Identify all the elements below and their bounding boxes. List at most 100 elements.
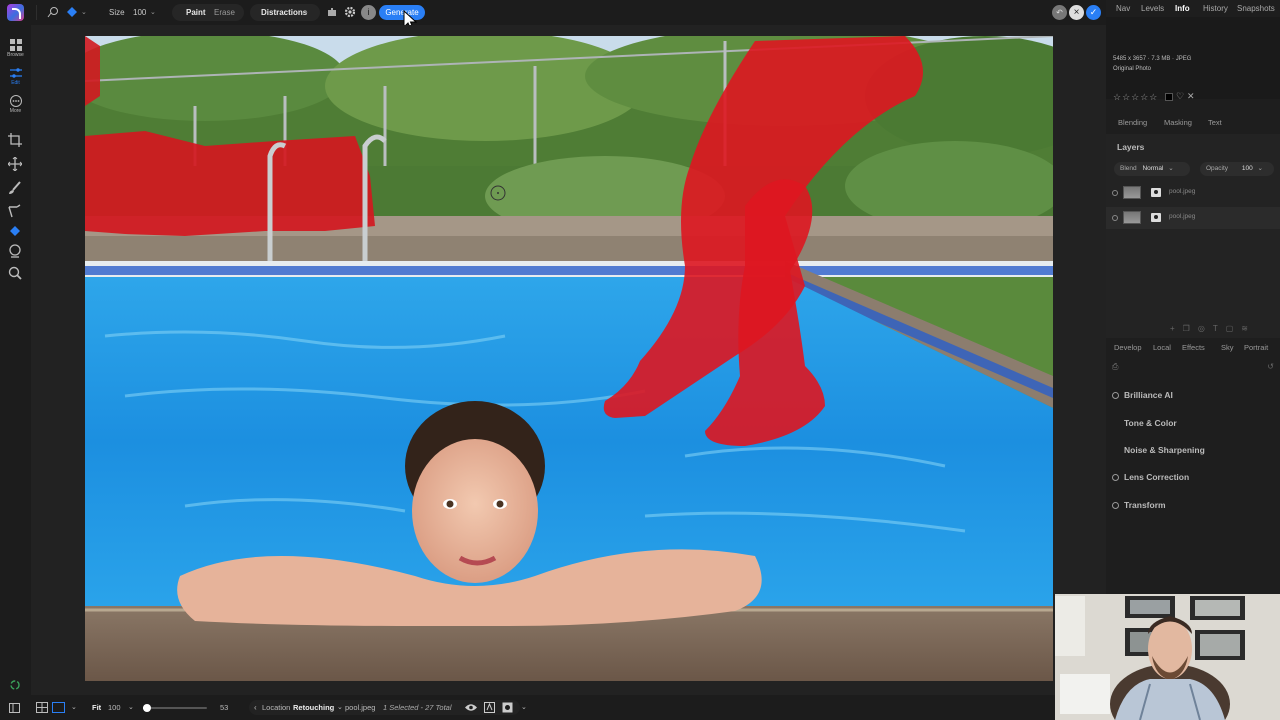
eraser-brush-icon[interactable] — [66, 6, 78, 18]
sliders-icon — [9, 68, 22, 78]
info-panel: 5485 x 3657 · 7.3 MB · JPEG Original Pho… — [1106, 17, 1280, 102]
clone-icon[interactable] — [8, 204, 22, 218]
heart-icon[interactable]: ♡ — [1176, 91, 1184, 102]
section-noise-sharpening[interactable]: Noise & Sharpening — [1106, 441, 1280, 461]
layers-stack-icon[interactable]: ≋ — [1241, 324, 1256, 333]
zoom-icon[interactable] — [8, 266, 22, 280]
cancel-icon[interactable]: × — [1069, 5, 1084, 20]
section-tone-color[interactable]: Tone & Color — [1106, 414, 1280, 434]
toggle-icon[interactable] — [1112, 474, 1119, 481]
apply-check-icon[interactable]: ✓ — [1086, 5, 1101, 20]
section-transform[interactable]: Transform — [1106, 496, 1280, 516]
gear-icon[interactable] — [344, 6, 356, 18]
more-button[interactable]: More — [0, 95, 31, 114]
tab-effects[interactable]: Effects — [1182, 343, 1205, 352]
layer-row[interactable]: pool.jpeg — [1106, 207, 1280, 229]
section-lens-correction[interactable]: Lens Correction — [1106, 468, 1280, 488]
top-toolbar: ⌄ Size 100 ⌄ Paint Erase Distractions ⌄ … — [0, 0, 1106, 31]
mask-icon[interactable] — [1151, 188, 1161, 197]
tab-portrait[interactable]: Portrait — [1244, 343, 1268, 352]
move-icon[interactable] — [8, 157, 22, 171]
panel-toggle-icon[interactable] — [9, 703, 20, 713]
duplicate-layer-icon[interactable]: ❐ — [1183, 324, 1198, 333]
mask-icon[interactable] — [1151, 213, 1161, 222]
tab-levels[interactable]: Levels — [1141, 4, 1164, 13]
tab-info[interactable]: Info — [1175, 4, 1190, 13]
text-layer-icon[interactable]: T — [1213, 324, 1226, 333]
image-dimensions: 5485 x 3657 · 7.3 MB · JPEG — [1113, 56, 1192, 62]
chevron-down-icon: ⌄ — [303, 9, 309, 16]
tab-sky[interactable]: Sky — [1221, 343, 1234, 352]
sync-icon[interactable] — [9, 679, 21, 691]
zoom-slider[interactable] — [143, 704, 207, 712]
layer-row[interactable]: pool.jpeg — [1106, 182, 1280, 204]
tab-develop[interactable]: Develop — [1114, 343, 1142, 352]
stamp-icon[interactable] — [8, 244, 22, 258]
toggle-icon[interactable] — [1112, 392, 1119, 399]
preset-icon[interactable]: ⎙ — [1112, 362, 1118, 372]
chevron-down-icon[interactable]: ⌄ — [128, 695, 134, 720]
brush-icon[interactable] — [8, 181, 22, 195]
tab-history[interactable]: History — [1203, 4, 1228, 13]
lasso-tool-icon[interactable] — [47, 7, 59, 18]
eye-icon[interactable] — [465, 703, 477, 712]
compare-icon[interactable] — [484, 702, 495, 713]
section-brilliance-ai[interactable]: Brilliance AI — [1106, 386, 1280, 406]
generate-button[interactable]: Generate — [379, 5, 425, 20]
star-rating[interactable]: ☆☆☆☆☆ — [1113, 92, 1158, 103]
layers-title: Layers — [1117, 142, 1145, 152]
size-value[interactable]: 100 — [133, 0, 146, 25]
photo-canvas[interactable] — [85, 36, 1053, 681]
puzzle-icon[interactable] — [326, 6, 338, 18]
blend-mode-dropdown[interactable]: Blend Normal ⌄ — [1114, 162, 1190, 176]
chevron-down-icon[interactable]: ⌄ — [71, 695, 77, 720]
reset-icon[interactable]: ↺ — [1267, 362, 1274, 371]
undo-icon[interactable]: ↶ — [1052, 5, 1067, 20]
add-layer-icon[interactable]: + — [1170, 324, 1183, 333]
fit-button[interactable]: Fit — [92, 695, 101, 720]
delete-layer-icon[interactable]: ▢ — [1226, 324, 1242, 333]
paint-button[interactable]: Paint — [186, 0, 206, 25]
reject-icon[interactable]: ✕ — [1187, 91, 1195, 102]
file-name: pool.jpeg — [345, 703, 376, 712]
tab-masking[interactable]: Masking — [1164, 118, 1192, 127]
color-label-swatch[interactable] — [1165, 93, 1173, 101]
pool-photo — [85, 36, 1053, 681]
zoom-value[interactable]: 100 — [108, 695, 121, 720]
chevron-left-icon[interactable]: ‹ — [254, 695, 257, 720]
layer-thumbnail — [1123, 186, 1141, 199]
toggle-icon[interactable] — [1112, 502, 1119, 509]
edit-label: Edit — [11, 80, 20, 86]
single-view-icon[interactable] — [52, 702, 65, 713]
chevron-down-icon[interactable]: ⌄ — [521, 695, 527, 720]
tab-nav[interactable]: Nav — [1116, 4, 1130, 13]
size-label: Size — [109, 8, 125, 17]
edit-button[interactable]: Edit — [0, 67, 31, 86]
opacity-label: Opacity — [1206, 165, 1229, 172]
eye-icon[interactable] — [1112, 215, 1118, 221]
blend-label: Blend — [1120, 165, 1137, 172]
eye-icon[interactable] — [1112, 190, 1118, 196]
panel-tabs: Nav Levels Info History Snapshots — [1106, 0, 1280, 17]
more-label: More — [9, 108, 22, 114]
tab-snapshots[interactable]: Snapshots — [1237, 4, 1275, 13]
info-icon[interactable]: i — [361, 5, 376, 20]
chevron-down-icon[interactable]: ⌄ — [81, 0, 87, 25]
eraser-ai-icon[interactable] — [8, 224, 22, 238]
chevron-down-icon[interactable]: ⌄ — [337, 695, 343, 720]
tab-local[interactable]: Local — [1153, 343, 1171, 352]
opacity-control[interactable]: Opacity 100 ⌄ — [1200, 162, 1274, 176]
tab-text[interactable]: Text — [1208, 118, 1222, 127]
crop-icon[interactable] — [8, 133, 22, 147]
app-logo[interactable] — [7, 4, 24, 21]
grid-view-icon[interactable] — [36, 702, 48, 713]
tab-blending[interactable]: Blending — [1118, 118, 1147, 127]
divider — [36, 5, 37, 20]
erase-button[interactable]: Erase — [214, 0, 235, 25]
mask-view-icon[interactable] — [502, 702, 513, 713]
fill-icon[interactable]: ◎ — [1198, 324, 1213, 333]
location-value[interactable]: Retouching — [293, 695, 334, 720]
browse-button[interactable]: Browse — [0, 39, 31, 58]
chevron-down-icon[interactable]: ⌄ — [150, 0, 156, 25]
slider-knob[interactable] — [143, 704, 151, 712]
